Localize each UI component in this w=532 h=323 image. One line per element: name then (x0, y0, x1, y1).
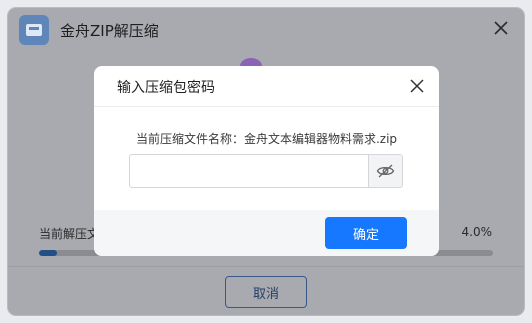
progress-label: 当前解压文 (39, 227, 100, 241)
progress-fill (39, 250, 58, 256)
cancel-button[interactable]: 取消 (225, 276, 307, 308)
dialog-title: 输入压缩包密码 (117, 80, 215, 96)
confirm-button[interactable]: 确定 (325, 217, 407, 249)
password-dialog: 输入压缩包密码 当前压缩文件名称：金舟文本编辑器物料需求.zip 确定 (94, 66, 439, 256)
close-icon[interactable] (490, 17, 512, 39)
zip-folder-icon (19, 15, 49, 45)
app-title: 金舟ZIP解压缩 (60, 22, 159, 40)
eye-off-icon[interactable] (368, 155, 402, 187)
archive-file-name: 当前压缩文件名称：金舟文本编辑器物料需求.zip (135, 132, 398, 146)
progress-percent: 4.0% (461, 225, 493, 239)
dialog-header: 输入压缩包密码 (94, 66, 439, 107)
footer-divider (8, 266, 524, 267)
dialog-close-icon[interactable] (407, 76, 427, 96)
password-input[interactable] (130, 155, 366, 187)
title-bar: 金舟ZIP解压缩 (8, 8, 524, 50)
password-field (129, 154, 403, 188)
dialog-footer: 确定 (94, 210, 439, 256)
